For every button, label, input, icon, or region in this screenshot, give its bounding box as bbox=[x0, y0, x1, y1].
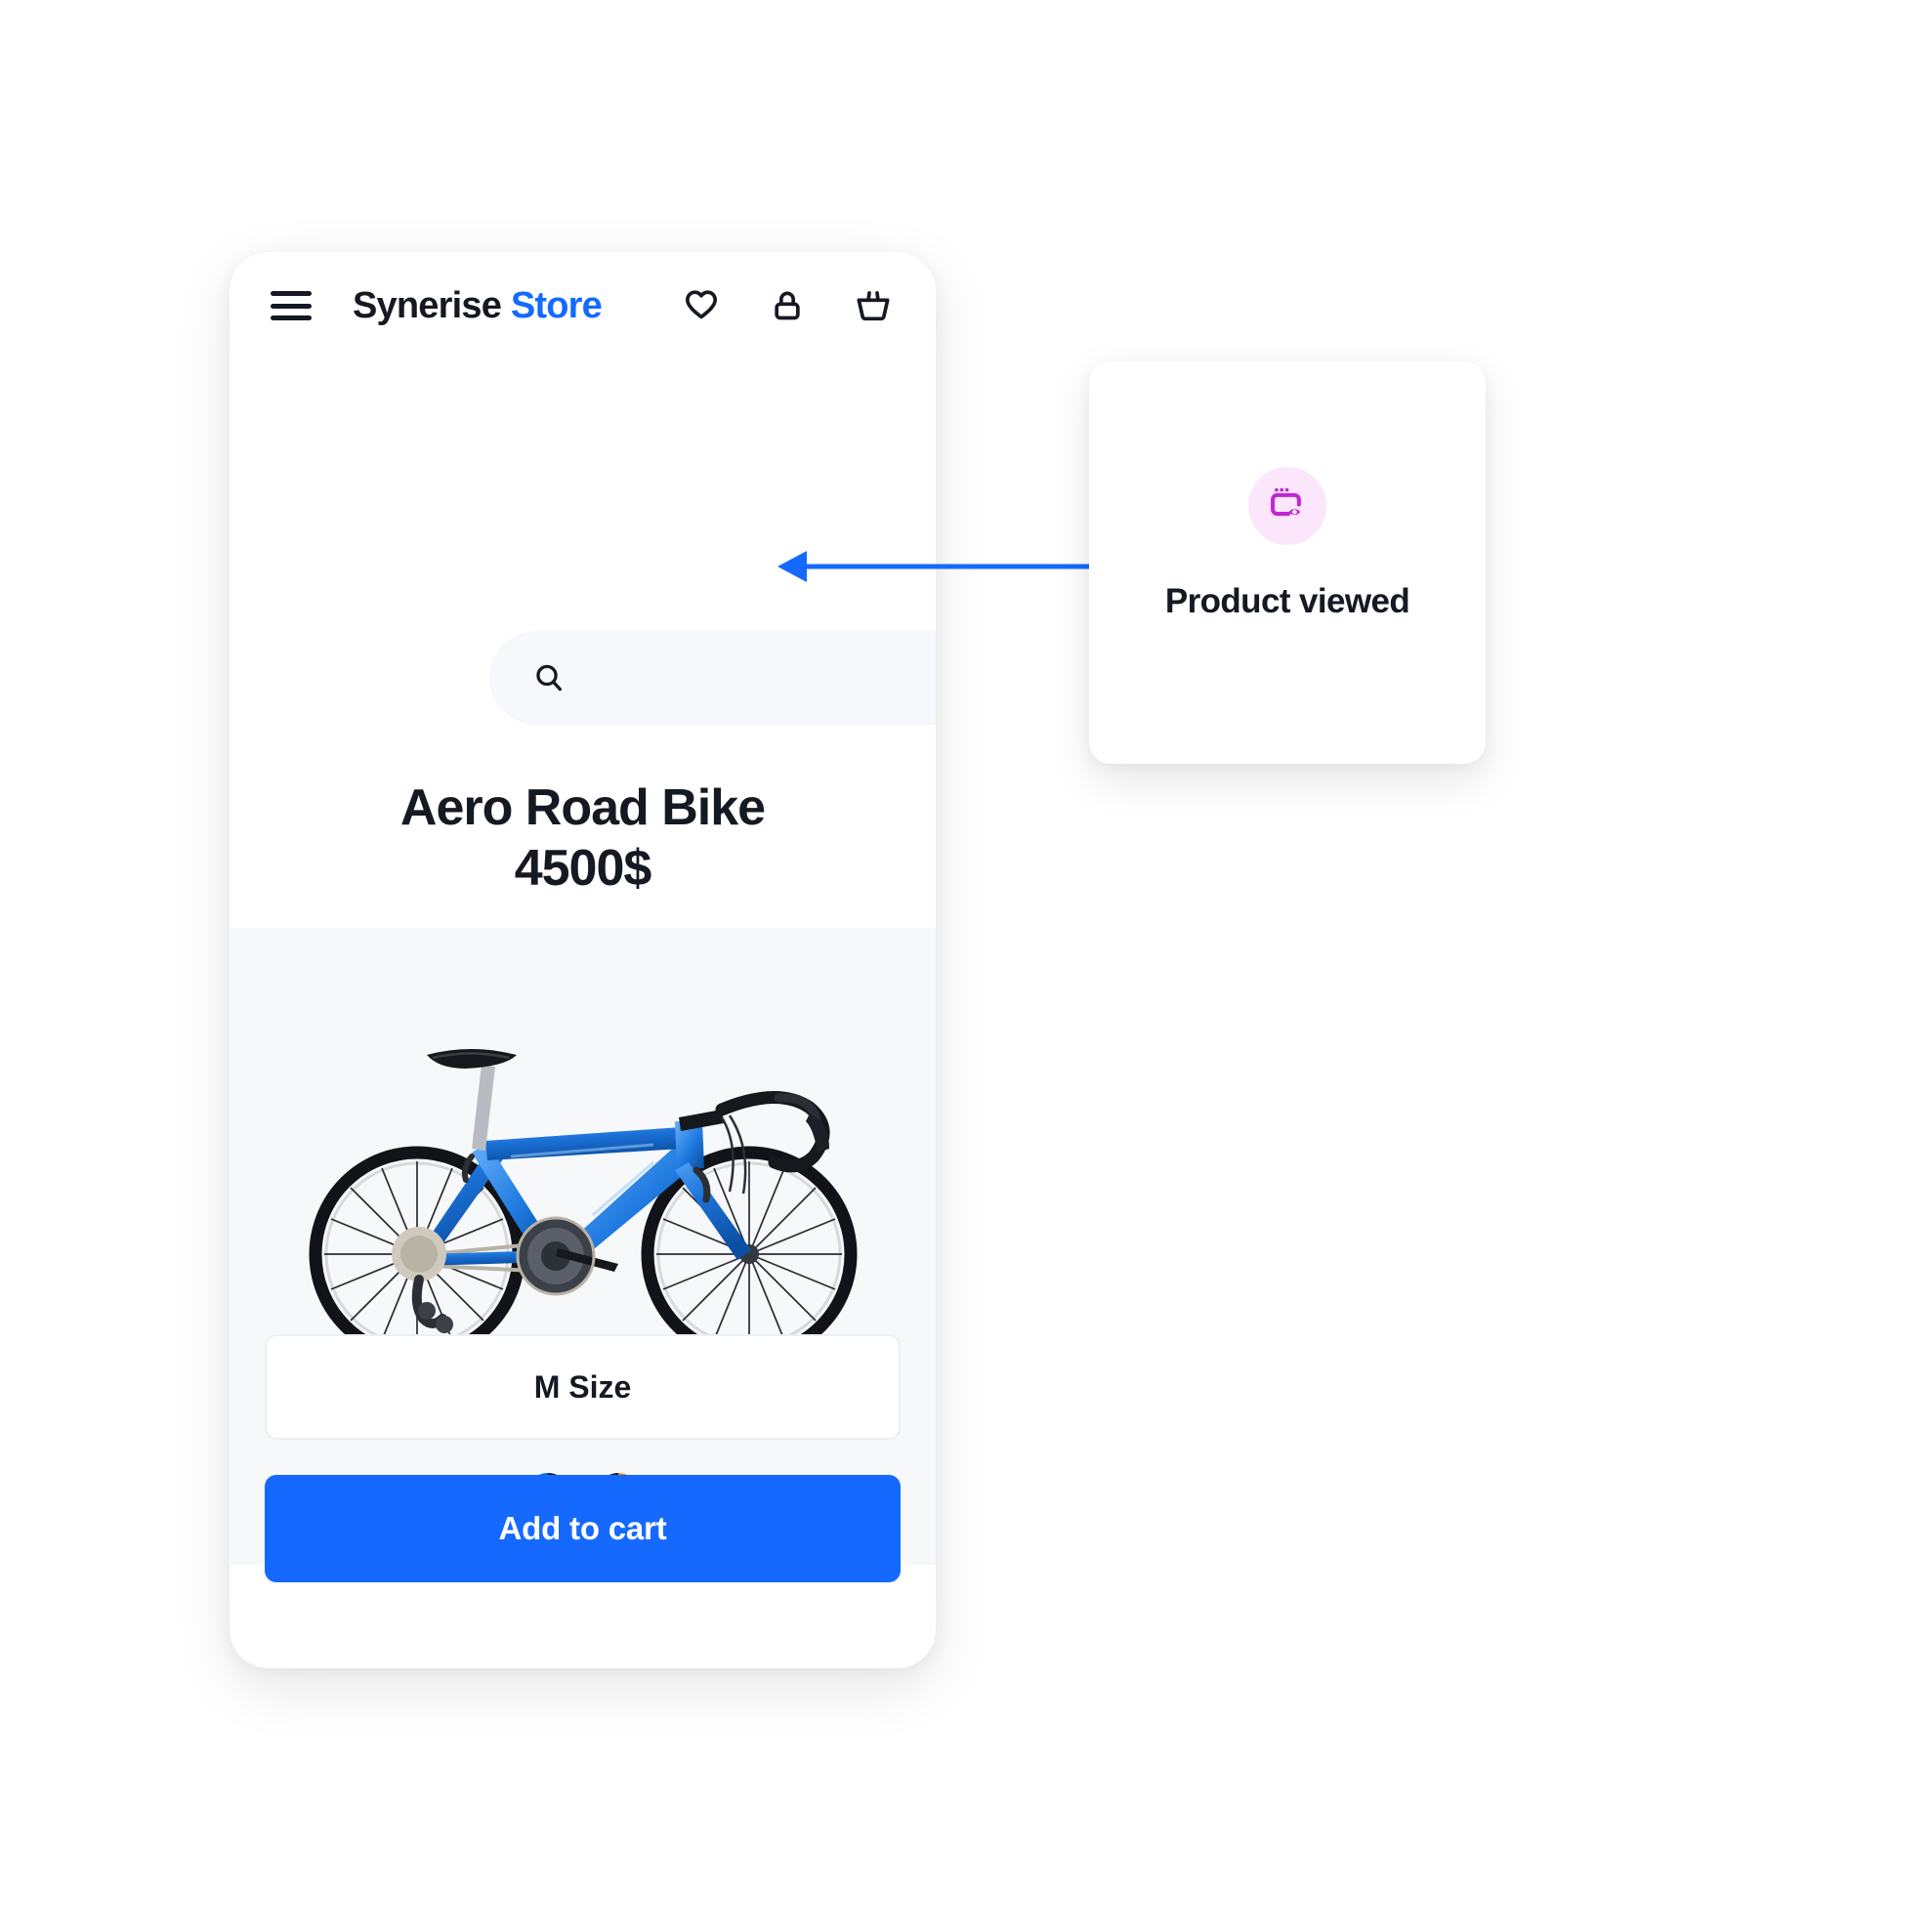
brand-name-primary: Synerise bbox=[353, 284, 502, 326]
add-to-cart-button[interactable]: Add to cart bbox=[265, 1475, 901, 1582]
screenshot-root: Synerise Store Aero Road Bike 4500$ M Si… bbox=[0, 0, 1932, 1932]
search-icon bbox=[532, 661, 566, 694]
app-header: Synerise Store bbox=[230, 252, 936, 359]
product-name: Aero Road Bike bbox=[399, 779, 766, 836]
wishlist-heart-icon[interactable] bbox=[682, 286, 721, 325]
hamburger-bar bbox=[271, 315, 312, 320]
hamburger-bar bbox=[271, 291, 312, 296]
search-input[interactable] bbox=[489, 631, 936, 725]
size-selector-label: M Size bbox=[533, 1368, 632, 1405]
product-image-area bbox=[230, 928, 936, 1565]
hamburger-menu-icon[interactable] bbox=[271, 291, 312, 320]
product-price: 4500$ bbox=[514, 840, 652, 898]
brand-logo[interactable]: Synerise Store bbox=[353, 284, 603, 327]
size-selector-button[interactable]: M Size bbox=[265, 1334, 901, 1440]
phone-mockup: Synerise Store Aero Road Bike 4500$ M Si… bbox=[230, 252, 936, 1668]
cart-basket-icon[interactable] bbox=[854, 286, 893, 325]
account-lock-icon[interactable] bbox=[768, 286, 807, 325]
product-viewed-icon bbox=[1248, 467, 1326, 545]
annotation-card-product-viewed: Product viewed bbox=[1089, 361, 1486, 764]
brand-name-accent: Store bbox=[510, 284, 603, 326]
hamburger-bar bbox=[271, 303, 312, 309]
header-icon-group bbox=[682, 286, 893, 325]
add-to-cart-label: Add to cart bbox=[498, 1510, 667, 1546]
product-title-block: Aero Road Bike 4500$ bbox=[230, 779, 936, 897]
annotation-label: Product viewed bbox=[1164, 582, 1410, 620]
